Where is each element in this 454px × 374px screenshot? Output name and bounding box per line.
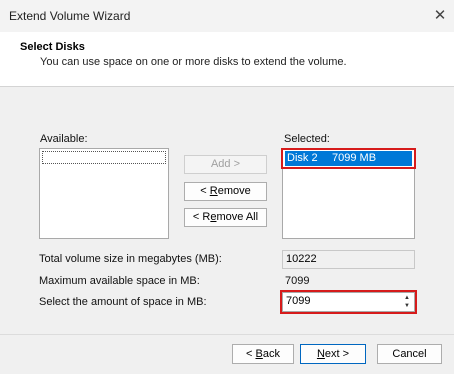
available-list-focus <box>42 151 166 164</box>
selected-item-highlight <box>281 148 416 169</box>
max-space-label: Maximum available space in MB: <box>39 275 200 287</box>
remove-button[interactable]: < Remove <box>184 182 267 201</box>
page-title: Select Disks <box>20 41 85 53</box>
total-size-label: Total volume size in megabytes (MB): <box>39 253 222 265</box>
title-bar: Extend Volume Wizard ✕ <box>0 0 454 32</box>
selected-label: Selected: <box>284 133 330 145</box>
add-button[interactable]: Add > <box>184 155 267 174</box>
page-subtitle: You can use space on one or more disks t… <box>40 56 347 68</box>
window-title: Extend Volume Wizard <box>9 9 131 23</box>
back-button[interactable]: < Back <box>232 344 294 364</box>
amount-highlight <box>280 290 417 314</box>
amount-label: Select the amount of space in MB: <box>39 296 207 308</box>
wizard-header: Select Disks You can use space on one or… <box>0 32 454 87</box>
footer-separator <box>0 334 454 335</box>
cancel-button[interactable]: Cancel <box>377 344 442 364</box>
available-disks-list[interactable] <box>39 148 169 239</box>
remove-all-button[interactable]: < Remove All <box>184 208 267 227</box>
max-space-value: 7099 <box>285 275 310 287</box>
available-label: Available: <box>40 133 88 145</box>
close-icon[interactable]: ✕ <box>430 6 450 26</box>
next-button[interactable]: Next > <box>300 344 366 364</box>
total-size-value: 10222 <box>282 250 415 269</box>
